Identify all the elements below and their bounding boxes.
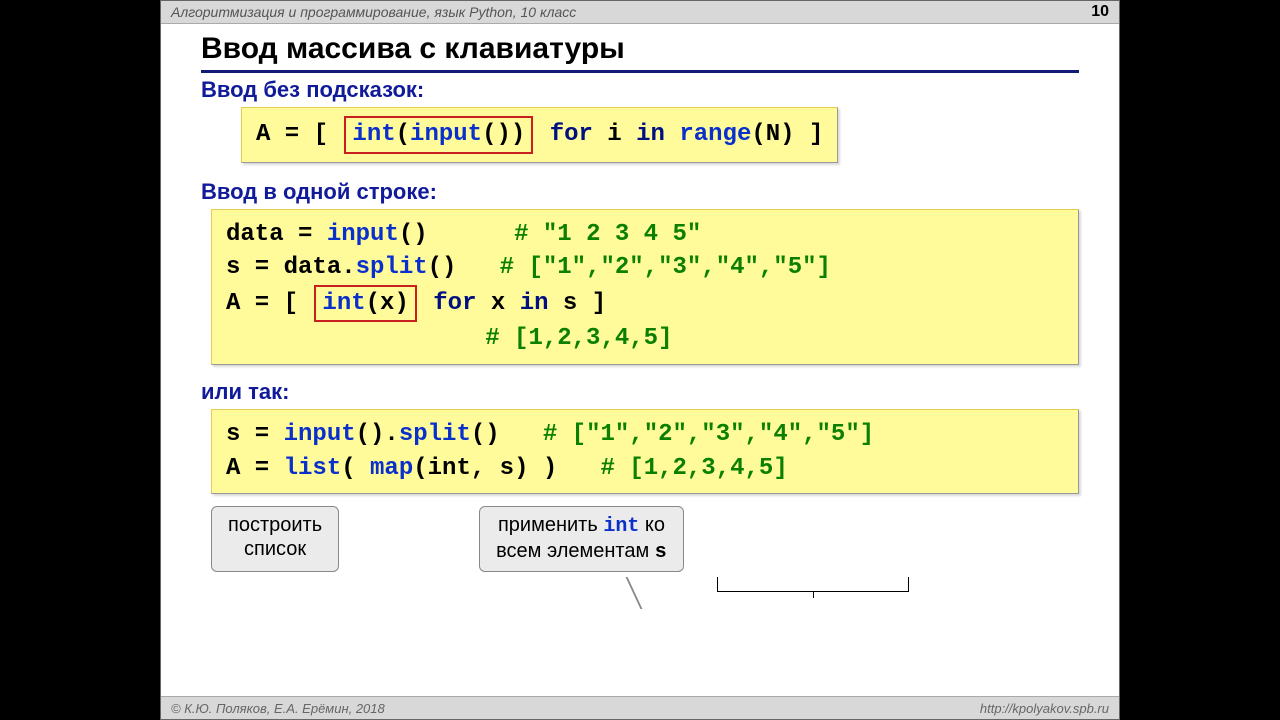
content: Ввод массива с клавиатуры Ввод без подск… (161, 24, 1119, 572)
page-number: 10 (1091, 3, 1109, 21)
code-block-1: A = [ int(input()) for i in range(N) ] (241, 107, 838, 163)
code-block-3: s = input().split() # ["1","2","3","4","… (211, 409, 1079, 494)
slide-title: Ввод массива с клавиатуры (201, 32, 1079, 73)
highlight-box: int(input()) (344, 116, 533, 154)
code-block-2: data = input() # "1 2 3 4 5" s = data.sp… (211, 209, 1079, 365)
callout-build-list: построить список (211, 506, 339, 572)
header-bar: Алгоритмизация и программирование, язык … (161, 1, 1119, 24)
curly-brace-icon (717, 577, 909, 592)
highlight-box: int(x) (314, 285, 416, 323)
section-2-heading: Ввод в одной строке: (201, 179, 1079, 205)
callout-connector (626, 577, 643, 609)
header-title: Алгоритмизация и программирование, язык … (171, 4, 576, 20)
footer-bar: © К.Ю. Поляков, Е.А. Ерёмин, 2018 http:/… (161, 696, 1119, 719)
footer-copyright: © К.Ю. Поляков, Е.А. Ерёмин, 2018 (171, 701, 385, 716)
slide: Алгоритмизация и программирование, язык … (160, 0, 1120, 720)
callout-apply-int: применить int ко всем элементам s (479, 506, 684, 572)
footer-url: http://kpolyakov.spb.ru (980, 701, 1109, 716)
section-3-heading: или так: (201, 379, 1079, 405)
section-1-heading: Ввод без подсказок: (201, 77, 1079, 103)
callout-row: построить список применить int ко всем э… (211, 506, 1079, 572)
